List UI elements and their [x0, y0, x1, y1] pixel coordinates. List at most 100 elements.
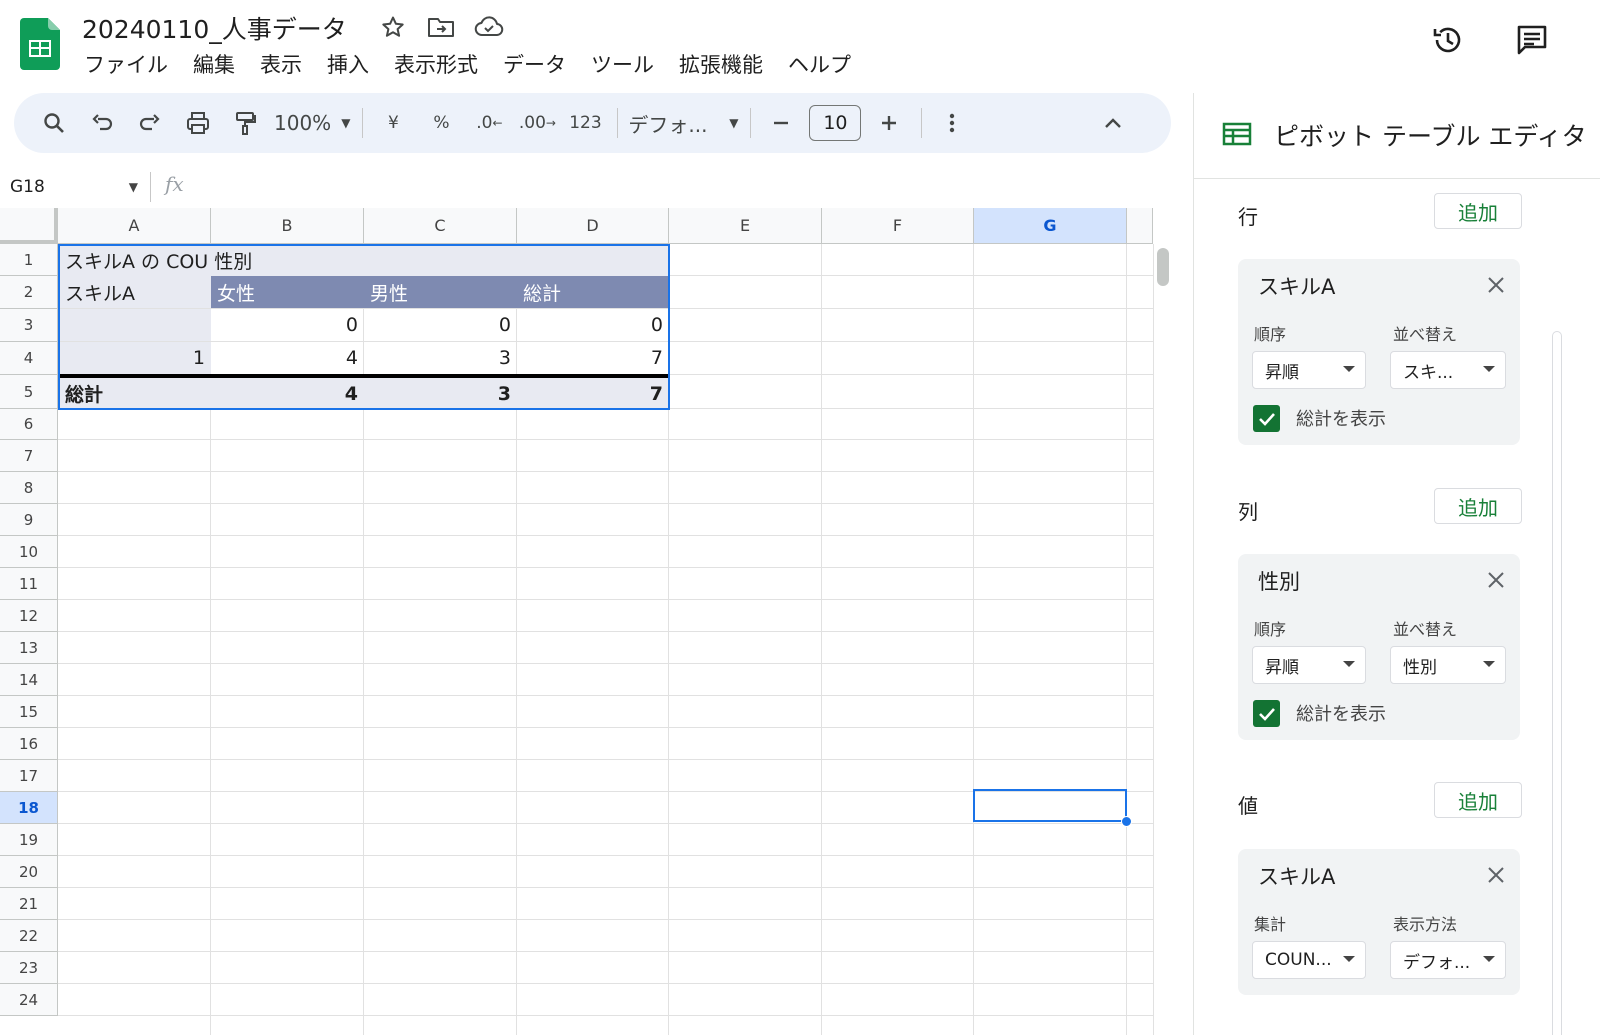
font-select[interactable]: デフォ... ▼ — [628, 103, 738, 143]
row-header[interactable]: 3 — [0, 309, 58, 342]
currency-button[interactable]: ¥ — [373, 103, 413, 143]
menu-tools[interactable]: ツール — [583, 50, 662, 82]
row-header[interactable]: 17 — [0, 760, 58, 792]
column-header-d[interactable]: D — [517, 208, 669, 244]
sheets-logo[interactable] — [20, 18, 60, 70]
row-header[interactable]: 15 — [0, 696, 58, 728]
name-box[interactable]: G18 ▼ — [10, 174, 138, 200]
increase-decimal-button[interactable]: .00 → — [517, 103, 557, 143]
add-value-button[interactable]: 追加 — [1434, 782, 1522, 818]
fx-icon: fx — [165, 172, 184, 196]
row-header[interactable]: 14 — [0, 664, 58, 696]
row-gridline — [58, 759, 1153, 760]
menu-view[interactable]: 表示 — [252, 50, 310, 82]
column-header-b[interactable]: B — [211, 208, 364, 244]
row-header[interactable]: 21 — [0, 888, 58, 920]
show-as-select[interactable]: デフォ... — [1390, 941, 1506, 979]
sort-by-select[interactable]: スキ... — [1390, 351, 1506, 389]
row-header[interactable]: 4 — [0, 342, 58, 375]
move-folder-icon[interactable] — [426, 12, 456, 42]
row-header[interactable]: 19 — [0, 824, 58, 856]
row-header[interactable]: 8 — [0, 472, 58, 504]
undo-icon[interactable] — [82, 103, 122, 143]
column-header-e[interactable]: E — [669, 208, 822, 244]
decrease-decimal-button[interactable]: .0 ← — [469, 103, 509, 143]
show-totals-checkbox[interactable] — [1253, 700, 1280, 727]
select-all-corner[interactable] — [0, 208, 58, 244]
menu-extensions[interactable]: 拡張機能 — [671, 50, 771, 82]
menu-data[interactable]: データ — [495, 50, 574, 82]
column-header-a[interactable]: A — [58, 208, 211, 244]
more-vert-icon[interactable] — [932, 103, 972, 143]
row-header[interactable]: 5 — [0, 375, 58, 409]
show-totals-checkbox[interactable] — [1253, 405, 1280, 432]
percent-button[interactable]: % — [421, 103, 461, 143]
sort-by-select[interactable]: 性別 — [1390, 646, 1506, 684]
sheet-grid[interactable]: A B C D E F G 1 2 3 4 5 6 7 8 9 10 11 12 13 14 15 16 17 1… — [0, 208, 1172, 1035]
row-header[interactable]: 18 — [0, 792, 58, 824]
comment-icon[interactable] — [1512, 20, 1552, 60]
toolbar-divider — [750, 108, 752, 138]
order-select[interactable]: 昇順 — [1252, 646, 1366, 684]
row-header[interactable]: 11 — [0, 568, 58, 600]
check-icon — [1258, 707, 1275, 721]
menu-edit[interactable]: 編集 — [185, 50, 243, 82]
row-header[interactable]: 6 — [0, 409, 58, 440]
fill-handle[interactable] — [1121, 816, 1132, 827]
order-label: 順序 — [1254, 620, 1287, 639]
row-header[interactable]: 10 — [0, 536, 58, 568]
document-title[interactable]: 20240110_人事データ — [82, 10, 347, 46]
row-header[interactable]: 9 — [0, 504, 58, 536]
star-icon[interactable] — [378, 12, 408, 42]
row-header[interactable]: 13 — [0, 632, 58, 664]
row-header[interactable]: 7 — [0, 440, 58, 472]
caret-down-icon: ▼ — [128, 180, 138, 194]
column-header-f[interactable]: F — [822, 208, 974, 244]
row-header[interactable]: 24 — [0, 984, 58, 1016]
panel-scrollbar[interactable] — [1552, 331, 1562, 1035]
decrease-decimal-label: .0 — [476, 113, 493, 133]
column-header-g[interactable]: G — [974, 208, 1127, 244]
cloud-icon[interactable] — [474, 12, 504, 42]
row-header[interactable]: 12 — [0, 600, 58, 632]
menu-file[interactable]: ファイル — [76, 50, 176, 82]
column-header-c[interactable]: C — [364, 208, 517, 244]
active-cell-g18[interactable] — [973, 789, 1127, 822]
row-header[interactable]: 20 — [0, 856, 58, 888]
vertical-scrollbar[interactable] — [1153, 244, 1172, 1035]
scrollbar-thumb[interactable] — [1157, 248, 1169, 286]
menu-help[interactable]: ヘルプ — [780, 50, 859, 82]
chevron-up-icon[interactable] — [1093, 103, 1133, 143]
plus-icon[interactable] — [869, 103, 909, 143]
close-icon[interactable] — [1484, 273, 1508, 297]
close-icon[interactable] — [1484, 568, 1508, 592]
add-column-button[interactable]: 追加 — [1434, 488, 1522, 524]
number-format-button[interactable]: 123 — [565, 103, 605, 143]
font-size-input[interactable]: 10 — [809, 105, 862, 141]
row-header[interactable]: 22 — [0, 920, 58, 952]
print-icon[interactable] — [178, 103, 218, 143]
row-header[interactable]: 23 — [0, 952, 58, 984]
history-icon[interactable] — [1428, 20, 1468, 60]
paint-format-icon[interactable] — [226, 103, 266, 143]
row-field-card: スキルA 順序 並べ替え 昇順 スキ... 総計を表示 — [1238, 259, 1520, 445]
value-field-name: スキルA — [1258, 865, 1336, 889]
row-header[interactable]: 2 — [0, 276, 58, 309]
row-gridline — [58, 631, 1153, 632]
order-label: 順序 — [1254, 325, 1287, 344]
close-icon[interactable] — [1484, 863, 1508, 887]
redo-icon[interactable] — [130, 103, 170, 143]
summarize-by-value: COUN... — [1265, 950, 1332, 970]
column-gridline — [973, 244, 974, 1035]
minus-icon[interactable] — [761, 103, 801, 143]
zoom-select[interactable]: 100% ▼ — [274, 103, 350, 143]
menu-insert[interactable]: 挿入 — [319, 50, 377, 82]
row-header[interactable]: 16 — [0, 728, 58, 760]
search-icon[interactable] — [34, 103, 74, 143]
add-row-button[interactable]: 追加 — [1434, 193, 1522, 229]
menu-format[interactable]: 表示形式 — [386, 50, 486, 82]
row-header[interactable]: 1 — [0, 244, 58, 276]
order-select[interactable]: 昇順 — [1252, 351, 1366, 389]
row-gridline — [58, 887, 1153, 888]
summarize-by-select[interactable]: COUN... — [1252, 941, 1366, 979]
